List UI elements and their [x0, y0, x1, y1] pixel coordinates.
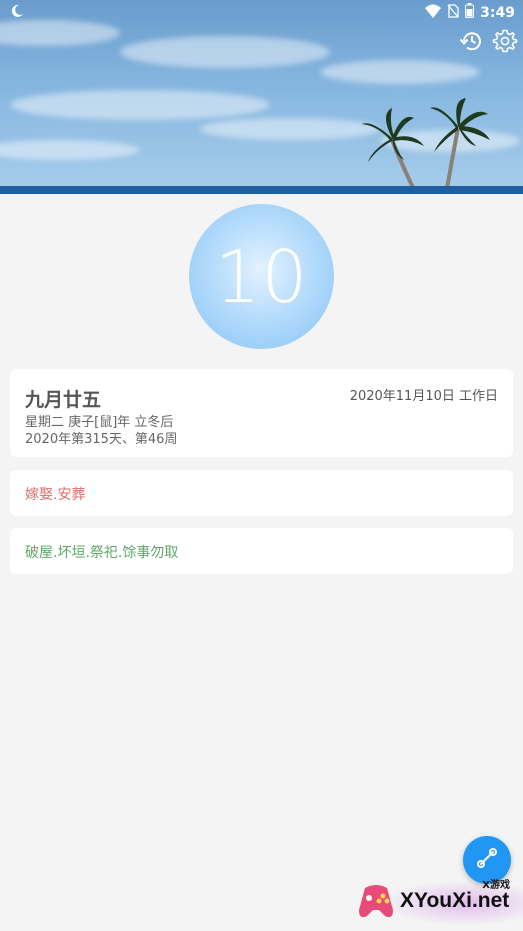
sea-strip	[0, 186, 523, 194]
day-week-count: 2020年第315天、第46周	[25, 432, 178, 447]
yi-card: 嫁娶.安葬	[10, 470, 513, 516]
day-circle[interactable]: 10	[189, 204, 334, 349]
yi-text: 嫁娶.安葬	[25, 487, 86, 503]
status-time: 3:49	[480, 4, 515, 21]
no-sim-icon	[447, 3, 459, 22]
site-watermark: X游戏 XYouXi.net	[350, 872, 523, 931]
day-number: 10	[214, 234, 309, 319]
palm-trees	[362, 98, 490, 194]
moon-icon	[10, 4, 24, 22]
gear-icon[interactable]	[492, 28, 518, 54]
battery-icon	[465, 3, 475, 22]
lunar-date: 九月廿五	[25, 389, 102, 411]
wifi-icon	[425, 4, 442, 22]
ji-card: 破屋.坏垣.祭祀.馀事勿取	[10, 528, 513, 574]
link-icon	[476, 847, 498, 873]
solar-date: 2020年11月10日 工作日	[349, 389, 498, 404]
header-scene: 3:49	[0, 0, 523, 194]
ji-text: 破屋.坏垣.祭祀.馀事勿取	[25, 545, 179, 561]
watermark-big-text: XYouXi.net	[400, 889, 510, 912]
gamepad-logo-icon	[353, 880, 399, 930]
history-icon[interactable]	[459, 28, 485, 54]
date-info-card: 九月廿五 2020年11月10日 工作日 星期二 庚子[鼠]年 立冬后 2020…	[10, 369, 513, 457]
status-bar: 3:49	[0, 0, 523, 26]
